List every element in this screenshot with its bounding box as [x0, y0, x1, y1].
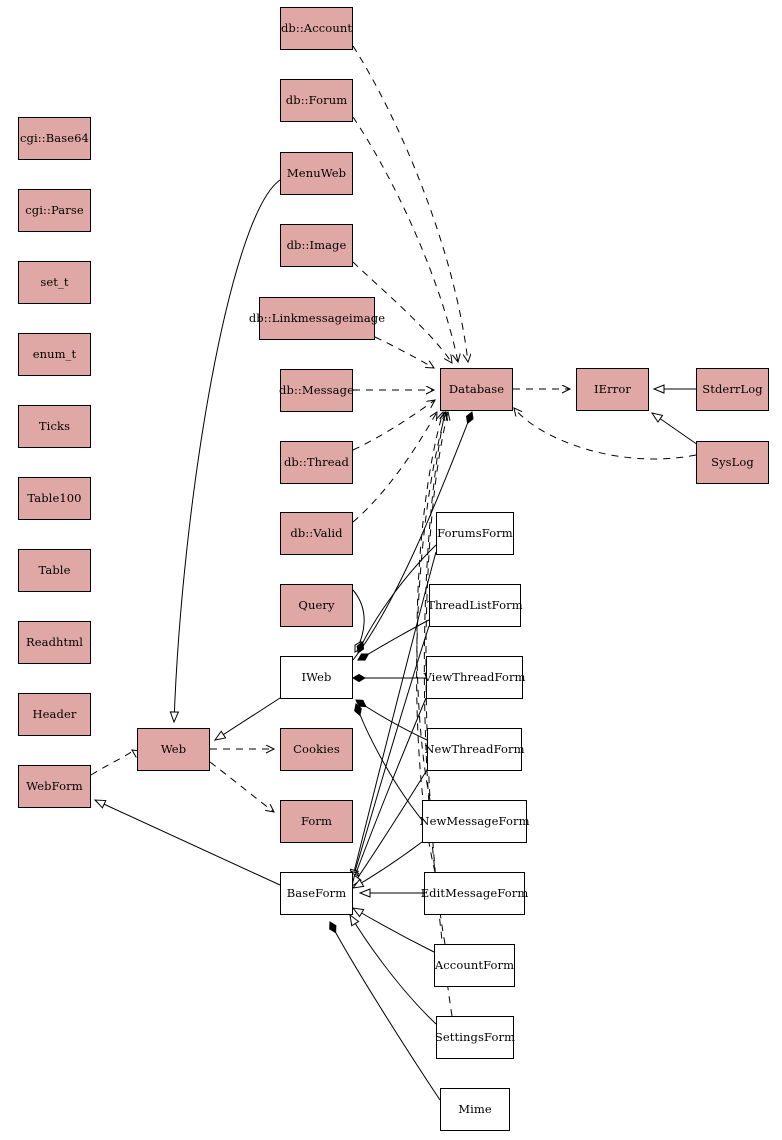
- class-node-label: cgi::Parse: [25, 203, 84, 218]
- class-node-label: Table100: [27, 491, 82, 506]
- class-node-cgi_base64[interactable]: cgi::Base64: [18, 117, 91, 160]
- node-layer: cgi::Base64cgi::Parseset_tenum_tTicksTab…: [0, 0, 782, 1140]
- class-node-db_message[interactable]: db::Message: [279, 369, 354, 412]
- class-node-viewthreadform[interactable]: ViewThreadForm: [423, 656, 526, 699]
- class-node-label: Cookies: [293, 742, 340, 757]
- class-node-label: set_t: [40, 275, 69, 290]
- class-node-label: NewMessageForm: [419, 814, 530, 829]
- class-node-label: BaseForm: [286, 886, 347, 901]
- class-node-settingsform[interactable]: SettingsForm: [434, 1016, 516, 1059]
- class-node-readhtml[interactable]: Readhtml: [18, 621, 91, 664]
- class-node-label: db::Forum: [285, 93, 348, 108]
- class-node-label: ThreadListForm: [427, 598, 523, 613]
- class-node-label: IError: [594, 382, 631, 397]
- class-node-label: SysLog: [711, 455, 754, 470]
- class-node-label: Query: [298, 598, 335, 613]
- class-node-enum_t[interactable]: enum_t: [18, 333, 91, 376]
- class-node-label: NewThreadForm: [424, 742, 525, 757]
- class-node-label: Readhtml: [25, 635, 84, 650]
- class-node-db_thread[interactable]: db::Thread: [280, 441, 353, 484]
- class-node-accountform[interactable]: AccountForm: [434, 944, 515, 987]
- class-node-ticks[interactable]: Ticks: [18, 405, 91, 448]
- class-node-set_t[interactable]: set_t: [18, 261, 91, 304]
- class-node-label: Form: [300, 814, 333, 829]
- class-node-label: db::Account: [280, 21, 353, 36]
- class-node-label: StderrLog: [702, 382, 763, 397]
- class-node-label: ViewThreadForm: [423, 670, 526, 685]
- class-node-query[interactable]: Query: [280, 584, 353, 627]
- class-node-label: AccountForm: [434, 958, 515, 973]
- class-node-ierror[interactable]: IError: [576, 368, 649, 411]
- class-node-label: db::Image: [286, 238, 347, 253]
- class-node-forumsform[interactable]: ForumsForm: [436, 512, 514, 555]
- class-node-web[interactable]: Web: [137, 728, 210, 771]
- class-node-threadlistform[interactable]: ThreadListForm: [427, 584, 523, 627]
- class-node-iweb[interactable]: IWeb: [280, 656, 353, 699]
- class-node-db_account[interactable]: db::Account: [280, 7, 353, 50]
- class-node-mime[interactable]: Mime: [440, 1088, 510, 1131]
- class-node-label: Ticks: [38, 419, 71, 434]
- class-node-form[interactable]: Form: [280, 800, 353, 843]
- class-node-label: db::Message: [279, 383, 354, 398]
- class-node-cookies[interactable]: Cookies: [280, 728, 353, 771]
- class-node-header[interactable]: Header: [18, 693, 91, 736]
- class-node-menuweb[interactable]: MenuWeb: [280, 152, 353, 195]
- class-node-baseform[interactable]: BaseForm: [280, 872, 353, 915]
- class-node-label: Mime: [458, 1102, 492, 1117]
- class-node-label: cgi::Base64: [20, 131, 89, 146]
- class-node-label: WebForm: [26, 779, 83, 794]
- class-node-db_forum[interactable]: db::Forum: [280, 79, 353, 122]
- class-node-newmessageform[interactable]: NewMessageForm: [419, 800, 530, 843]
- class-node-editmessageform[interactable]: EditMessageForm: [421, 872, 528, 915]
- class-node-label: Web: [160, 742, 187, 757]
- class-node-table100[interactable]: Table100: [18, 477, 91, 520]
- class-node-syslog[interactable]: SysLog: [696, 441, 769, 484]
- class-node-newthreadform[interactable]: NewThreadForm: [424, 728, 525, 771]
- class-node-db_valid[interactable]: db::Valid: [280, 512, 353, 555]
- class-node-label: MenuWeb: [286, 166, 347, 181]
- class-node-db_image[interactable]: db::Image: [280, 224, 353, 267]
- class-node-webform[interactable]: WebForm: [18, 765, 91, 808]
- class-node-label: SettingsForm: [434, 1030, 516, 1045]
- class-node-label: EditMessageForm: [420, 886, 529, 901]
- class-node-label: IWeb: [301, 670, 332, 685]
- class-node-label: db::Linkmessageimage: [248, 311, 386, 326]
- uml-class-diagram: cgi::Base64cgi::Parseset_tenum_tTicksTab…: [0, 0, 782, 1140]
- class-node-label: enum_t: [32, 347, 77, 362]
- class-node-label: ForumsForm: [437, 526, 513, 541]
- class-node-database[interactable]: Database: [440, 368, 513, 411]
- class-node-label: Table: [38, 563, 71, 578]
- class-node-label: db::Valid: [290, 526, 343, 541]
- class-node-label: db::Thread: [283, 455, 350, 470]
- class-node-cgi_parse[interactable]: cgi::Parse: [18, 189, 91, 232]
- class-node-label: Header: [32, 707, 77, 722]
- class-node-stderrlog[interactable]: StderrLog: [696, 368, 769, 411]
- class-node-label: Database: [448, 382, 505, 397]
- class-node-table[interactable]: Table: [18, 549, 91, 592]
- class-node-db_linkmessageimage[interactable]: db::Linkmessageimage: [249, 297, 385, 340]
